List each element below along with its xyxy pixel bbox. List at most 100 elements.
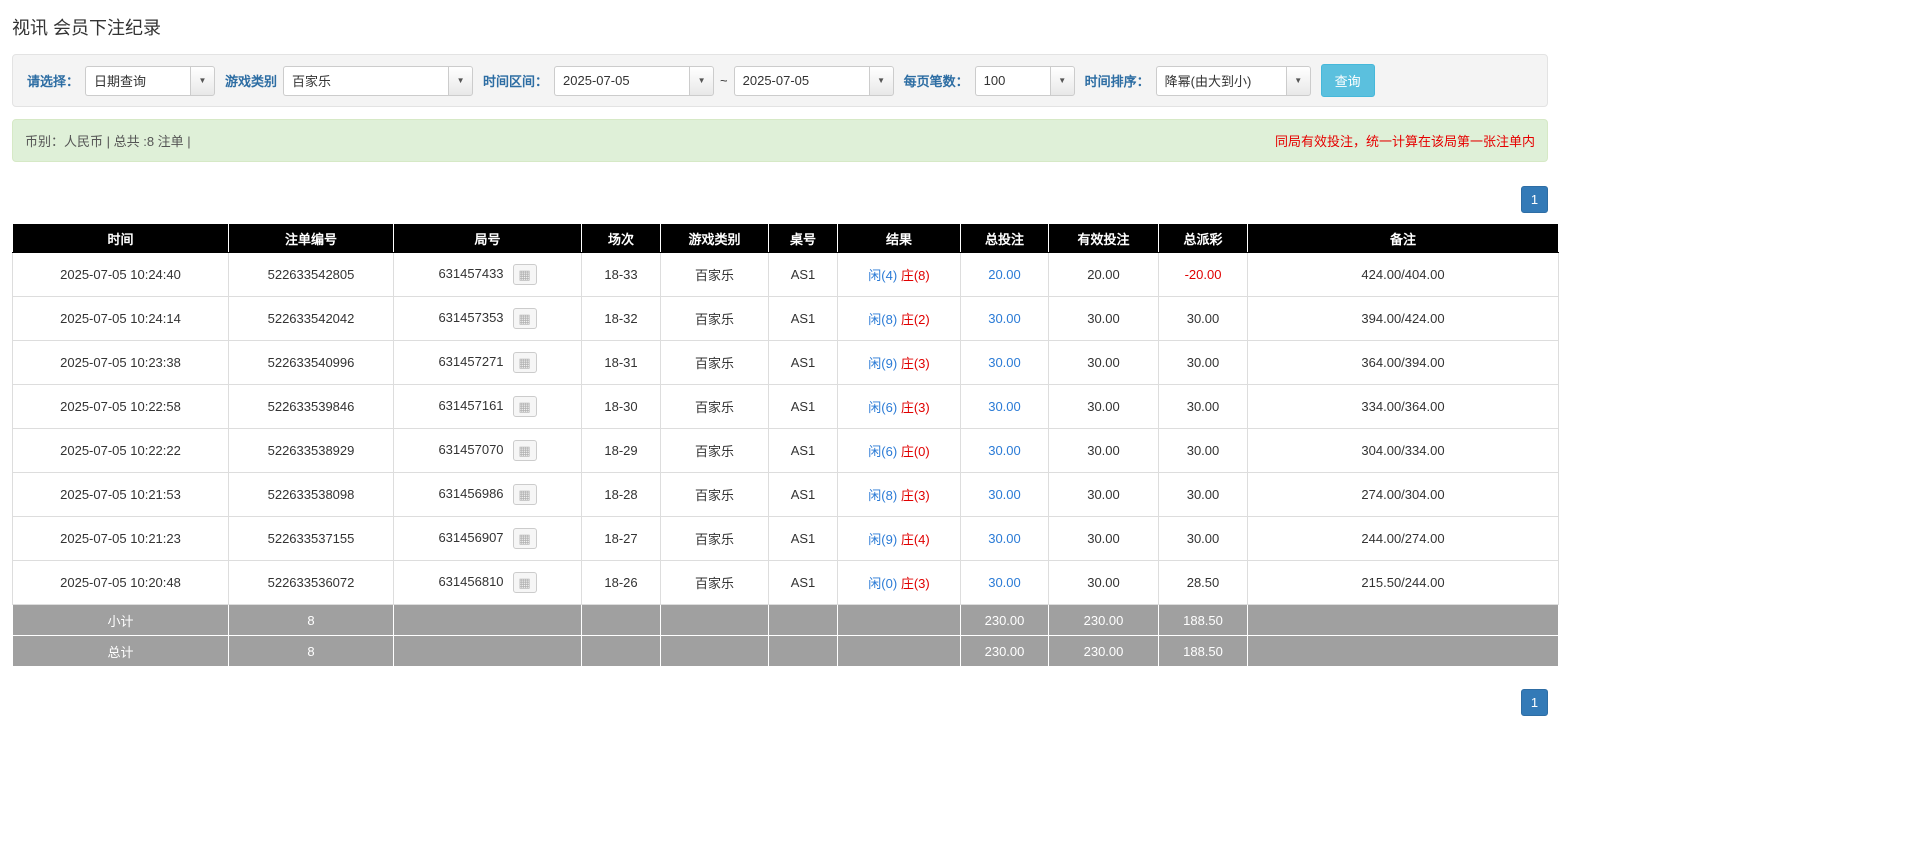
cell-result: 闲(9) 庄(4)	[837, 516, 961, 561]
roadmap-icon[interactable]: ▦	[512, 396, 537, 417]
cell-session: 18-31	[581, 340, 661, 385]
chevron-down-icon[interactable]: ▼	[190, 65, 216, 96]
chevron-down-icon[interactable]: ▼	[1049, 65, 1075, 96]
cell-total-bet: 30.00	[960, 428, 1049, 473]
cell-result: 闲(4) 庄(8)	[837, 252, 961, 297]
cell-valid-bet: 30.00	[1048, 560, 1159, 605]
cell-remark: 424.00/404.00	[1247, 252, 1559, 297]
page-number-button[interactable]: 1	[1521, 689, 1548, 716]
game-type-input[interactable]	[283, 65, 449, 96]
date-to-input[interactable]	[733, 65, 869, 96]
cell-time: 2025-07-05 10:20:48	[12, 560, 229, 605]
round-id-text: 631457271	[438, 353, 504, 369]
table-row: 2025-07-05 10:24:14 522633542042 631457353…	[12, 296, 1559, 341]
total-bet-link[interactable]: 20.00	[988, 267, 1021, 282]
roadmap-icon[interactable]: ▦	[512, 308, 537, 329]
pagination-bottom: 1	[12, 689, 1548, 716]
cell-table-no: AS1	[768, 428, 838, 473]
cell-game-type: 百家乐	[660, 252, 769, 297]
content-area: 视讯 会员下注纪录 请选择： ▼ 游戏类别 ▼ 时间区间： ▼ ~ ▼ 每页笔数…	[0, 0, 1559, 716]
cell-round-id: 631457433 ▦	[393, 252, 582, 297]
table-footer: 小计 8 230.00 230.00 188.50 总计 8 230.00 230.00 188.…	[12, 604, 1559, 667]
cell-session: 18-30	[581, 384, 661, 429]
cell-game-type: 百家乐	[660, 296, 769, 341]
cell-round-id: 631456986 ▦	[393, 472, 582, 517]
cell-round-id: 631456907 ▦	[393, 516, 582, 561]
cell-total-bet: 30.00	[960, 384, 1049, 429]
round-id-text: 631456907	[438, 529, 504, 545]
cell-remark: 274.00/304.00	[1247, 472, 1559, 517]
cell-table-no: AS1	[768, 384, 838, 429]
page-number-button[interactable]: 1	[1521, 186, 1548, 213]
cell-session: 18-28	[581, 472, 661, 517]
page-size-input[interactable]	[974, 65, 1050, 96]
payout-value: 30.00	[1186, 355, 1220, 370]
currency-summary-text: 币别：人民币 | 总共 :8 注单 |	[25, 134, 191, 149]
column-header: 备注	[1247, 223, 1559, 253]
sort-order-label: 时间排序：	[1084, 74, 1150, 89]
chevron-down-icon[interactable]: ▼	[448, 65, 474, 96]
cell-remark: 244.00/274.00	[1247, 516, 1559, 561]
cell-round-id: 631457353 ▦	[393, 296, 582, 341]
result-player: 闲(8)	[868, 488, 898, 503]
cell-session: 18-33	[581, 252, 661, 297]
cell-remark: 334.00/364.00	[1247, 384, 1559, 429]
cell-remark: 215.50/244.00	[1247, 560, 1559, 605]
roadmap-icon[interactable]: ▦	[512, 572, 537, 593]
payout-value: 28.50	[1186, 575, 1220, 590]
cell-time: 2025-07-05 10:24:14	[12, 296, 229, 341]
total-bet-link[interactable]: 30.00	[988, 487, 1021, 502]
total-bet-link[interactable]: 30.00	[988, 355, 1021, 370]
summary-total-bet: 230.00	[960, 635, 1049, 667]
roadmap-icon[interactable]: ▦	[512, 484, 537, 505]
cell-round-id: 631456810 ▦	[393, 560, 582, 605]
cell-result: 闲(6) 庄(0)	[837, 428, 961, 473]
cell-payout: 30.00	[1158, 428, 1248, 473]
cell-remark: 304.00/334.00	[1247, 428, 1559, 473]
total-bet-link[interactable]: 30.00	[988, 399, 1021, 414]
sort-order-input[interactable]	[1155, 65, 1286, 96]
roadmap-icon[interactable]: ▦	[512, 440, 537, 461]
valid-bet-notice-text: 同局有效投注，统一计算在该局第一张注单内	[1274, 134, 1535, 149]
cell-valid-bet: 30.00	[1048, 384, 1159, 429]
cell-bet-id: 522633542805	[228, 252, 394, 297]
column-header: 时间	[12, 223, 229, 253]
roadmap-icon[interactable]: ▦	[512, 264, 537, 285]
result-player: 闲(4)	[868, 268, 898, 283]
cell-bet-id: 522633537155	[228, 516, 394, 561]
chevron-down-icon[interactable]: ▼	[1285, 65, 1311, 96]
total-bet-link[interactable]: 30.00	[988, 575, 1021, 590]
payout-value: 30.00	[1186, 443, 1220, 458]
cell-payout: 30.00	[1158, 472, 1248, 517]
payout-value: 30.00	[1186, 487, 1220, 502]
cell-payout: 30.00	[1158, 384, 1248, 429]
cell-round-id: 631457271 ▦	[393, 340, 582, 385]
table-header: 时间 注单编号 局号 场次 游戏类别 桌号 结果 总投注 有效投注 总派彩 备注	[12, 223, 1559, 253]
roadmap-icon[interactable]: ▦	[512, 528, 537, 549]
roadmap-icon[interactable]: ▦	[512, 352, 537, 373]
table-row: 2025-07-05 10:24:40 522633542805 631457433…	[12, 252, 1559, 297]
cell-bet-id: 522633536072	[228, 560, 394, 605]
cell-game-type: 百家乐	[660, 340, 769, 385]
search-button[interactable]: 查询	[1320, 64, 1375, 97]
chevron-down-icon[interactable]: ▼	[689, 65, 715, 96]
query-type-combo: ▼	[85, 65, 216, 96]
total-bet-link[interactable]: 30.00	[988, 311, 1021, 326]
cell-session: 18-26	[581, 560, 661, 605]
total-bet-link[interactable]: 30.00	[988, 443, 1021, 458]
result-player: 闲(6)	[868, 400, 898, 415]
date-from-input[interactable]	[554, 65, 690, 96]
table-row: 2025-07-05 10:23:38 522633540996 631457271…	[12, 340, 1559, 385]
total-bet-link[interactable]: 30.00	[988, 531, 1021, 546]
cell-valid-bet: 30.00	[1048, 472, 1159, 517]
summary-label: 小计	[12, 604, 229, 636]
cell-total-bet: 20.00	[960, 252, 1049, 297]
summary-valid-bet: 230.00	[1048, 635, 1159, 667]
cell-game-type: 百家乐	[660, 560, 769, 605]
chevron-down-icon[interactable]: ▼	[868, 65, 894, 96]
table-row: 2025-07-05 10:20:48 522633536072 631456810…	[12, 560, 1559, 605]
cell-total-bet: 30.00	[960, 560, 1049, 605]
time-range-label: 时间区间：	[483, 74, 549, 89]
cell-result: 闲(8) 庄(3)	[837, 472, 961, 517]
query-type-input[interactable]	[85, 65, 191, 96]
